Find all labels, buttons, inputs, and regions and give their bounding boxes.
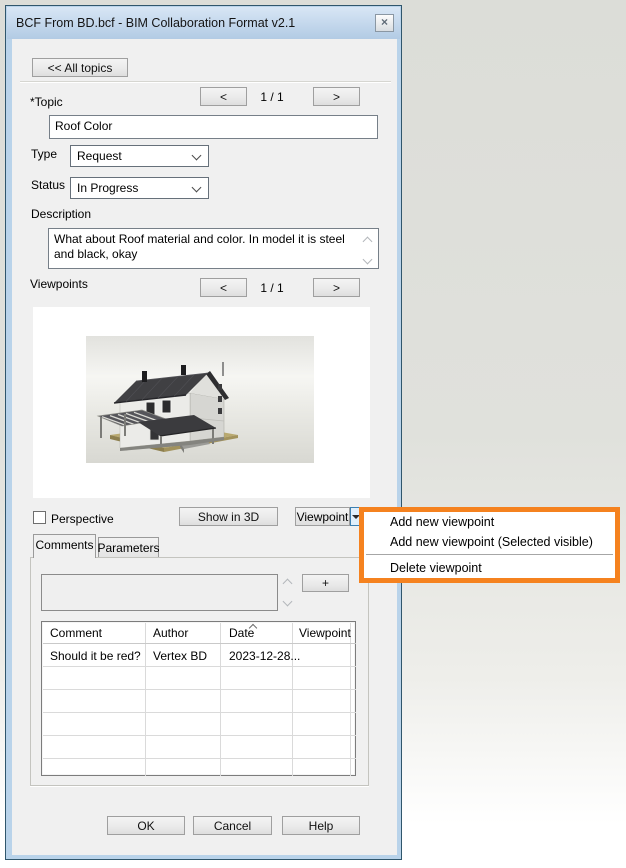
screen-background: BCF From BD.bcf - BIM Collaboration Form… [0, 0, 626, 868]
menu-separator [366, 554, 613, 555]
bcf-dialog: BCF From BD.bcf - BIM Collaboration Form… [5, 5, 402, 860]
cancel-button[interactable]: Cancel [193, 816, 272, 835]
viewpoints-label: Viewpoints [30, 277, 88, 291]
close-icon: × [381, 15, 388, 29]
ok-button[interactable]: OK [107, 816, 185, 835]
viewpoint-pager-position: 1 / 1 [255, 281, 289, 295]
tab-parameters-label: Parameters [97, 541, 159, 555]
viewpoint-next-button[interactable]: > [313, 278, 360, 297]
menu-item-add-new-viewpoint[interactable]: Add new viewpoint [364, 512, 615, 532]
viewpoint-button[interactable]: Viewpoint [295, 507, 350, 526]
dialog-title: BCF From BD.bcf - BIM Collaboration Form… [16, 16, 295, 30]
type-dropdown-value: Request [77, 149, 122, 163]
combo-arrow-icon [192, 183, 202, 193]
close-button[interactable]: × [375, 14, 394, 32]
menu-item-delete-viewpoint[interactable]: Delete viewpoint [364, 558, 615, 578]
viewpoint-prev-button[interactable]: < [200, 278, 247, 297]
description-label: Description [31, 207, 91, 221]
viewpoint-image-area [33, 307, 370, 498]
viewpoint-menu-highlight: Add new viewpoint Add new viewpoint (Sel… [359, 507, 620, 583]
help-button[interactable]: Help [282, 816, 360, 835]
dialog-titlebar[interactable]: BCF From BD.bcf - BIM Collaboration Form… [7, 7, 400, 39]
perspective-label: Perspective [51, 512, 114, 526]
section-separator [20, 81, 391, 82]
topic-prev-button[interactable]: < [200, 87, 247, 106]
type-dropdown[interactable]: Request [70, 145, 209, 167]
dialog-body: << All topics *Topic < 1 / 1 > Roof Colo… [12, 39, 397, 855]
perspective-checkbox[interactable] [33, 511, 46, 524]
all-topics-button[interactable]: << All topics [32, 58, 128, 77]
menu-item-add-new-viewpoint-selected-visible[interactable]: Add new viewpoint (Selected visible) [364, 532, 615, 552]
type-label: Type [31, 147, 57, 161]
topic-input[interactable]: Roof Color [49, 115, 378, 139]
tab-parameters[interactable]: Parameters [98, 537, 159, 558]
show-in-3d-button[interactable]: Show in 3D [179, 507, 278, 526]
topic-pager-position: 1 / 1 [255, 90, 289, 104]
topic-label: *Topic [30, 95, 63, 109]
viewpoint-context-menu: Add new viewpoint Add new viewpoint (Sel… [364, 512, 615, 578]
tab-comments-label: Comments [35, 538, 93, 552]
house-model-image [86, 336, 314, 463]
status-dropdown[interactable]: In Progress [70, 177, 209, 199]
status-dropdown-value: In Progress [77, 181, 138, 195]
description-input[interactable]: What about Roof material and color. In m… [48, 228, 379, 269]
topic-next-button[interactable]: > [313, 87, 360, 106]
tab-comments[interactable]: Comments [33, 534, 96, 558]
comments-tab-pane [30, 557, 369, 786]
viewpoint-thumbnail[interactable] [86, 336, 314, 463]
combo-arrow-icon [192, 151, 202, 161]
status-label: Status [31, 178, 65, 192]
